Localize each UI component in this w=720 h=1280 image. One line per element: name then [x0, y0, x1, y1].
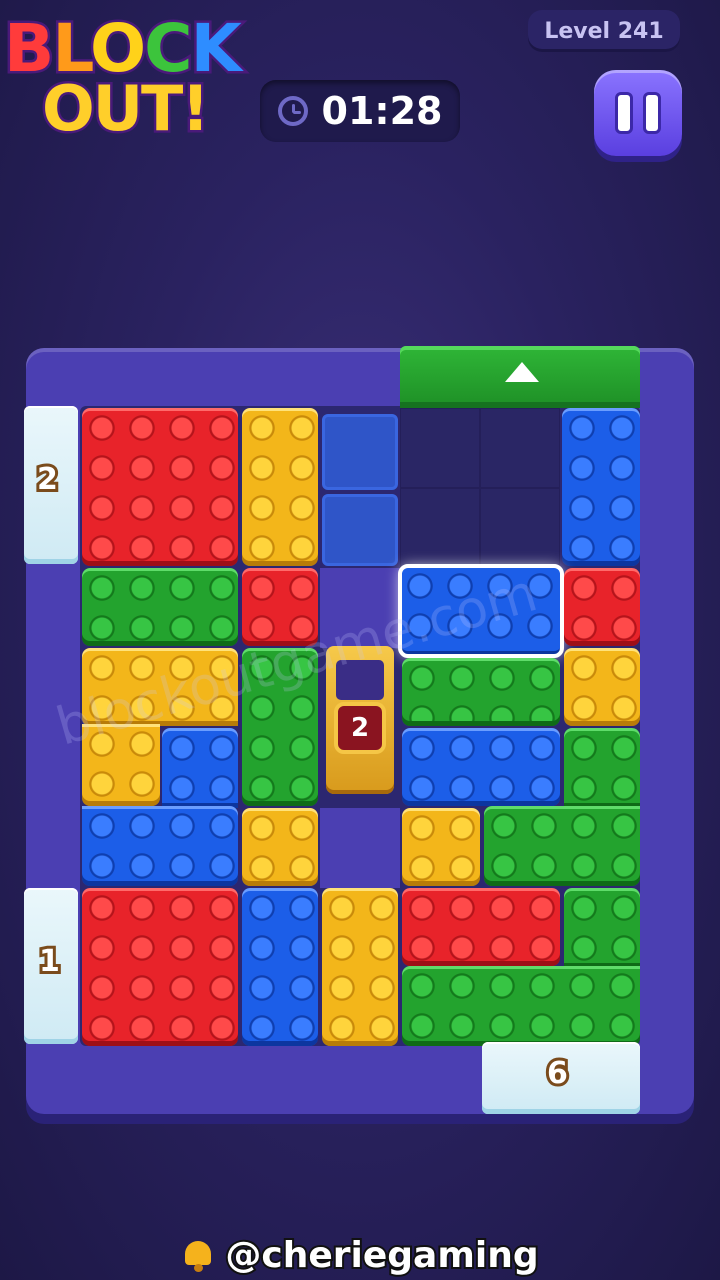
green-l-block-part[interactable] [484, 806, 640, 886]
green-block[interactable] [402, 658, 560, 726]
red-block[interactable] [402, 888, 560, 966]
green-l-block-part[interactable] [402, 966, 640, 1046]
logo-out: OUT! [40, 70, 213, 148]
level-indicator: Level 241 [528, 10, 680, 52]
blue-l-block[interactable] [162, 728, 238, 808]
bell-icon [181, 1238, 215, 1272]
green-l-block[interactable] [564, 728, 640, 808]
timer: 01:28 [260, 80, 460, 142]
green-l-block[interactable] [564, 888, 640, 968]
ice-gate-bottom-right: 6 [482, 1042, 640, 1114]
logo-out-text: OUT! [40, 70, 213, 148]
creator-credit: @cheriegaming [0, 1230, 720, 1280]
blue-l-block-part[interactable] [82, 806, 238, 886]
creator-handle: @cheriegaming [223, 1233, 540, 1278]
empty-cell [400, 408, 480, 488]
wall-cell [320, 808, 400, 888]
yellow-block[interactable] [242, 808, 318, 886]
game-logo: BLOCK OUT! [1, 4, 264, 154]
empty-cell [480, 488, 560, 568]
yellow-block[interactable] [322, 888, 398, 1046]
empty-slot [322, 414, 398, 490]
ice-gate-count: 1 [36, 941, 63, 982]
yellow-block[interactable] [564, 648, 640, 726]
yellow-block[interactable] [402, 808, 480, 886]
blue-block[interactable] [242, 888, 318, 1046]
red-block[interactable] [82, 888, 238, 1046]
blue-block[interactable] [402, 728, 560, 806]
empty-slot [322, 494, 398, 566]
red-block[interactable] [82, 408, 238, 566]
blue-block[interactable] [562, 408, 640, 566]
door-lock-count: 2 [334, 702, 386, 754]
pause-icon [615, 92, 633, 134]
ice-gate-count: 2 [34, 459, 61, 500]
arrow-up-icon [505, 362, 539, 382]
pause-icon [643, 92, 661, 134]
red-block[interactable] [564, 568, 640, 646]
ice-gate-count: 6 [544, 1053, 571, 1094]
timer-value: 01:28 [321, 89, 443, 133]
green-exit-gate [400, 346, 640, 408]
pause-button[interactable] [594, 70, 682, 156]
ice-gate-left-top: 2 [24, 406, 78, 564]
ice-gate-left-bottom: 1 [24, 888, 78, 1044]
empty-cell [400, 488, 480, 568]
green-block[interactable] [82, 568, 238, 646]
timer-icon [277, 96, 308, 126]
empty-cell [480, 408, 560, 488]
yellow-block[interactable] [242, 408, 318, 566]
